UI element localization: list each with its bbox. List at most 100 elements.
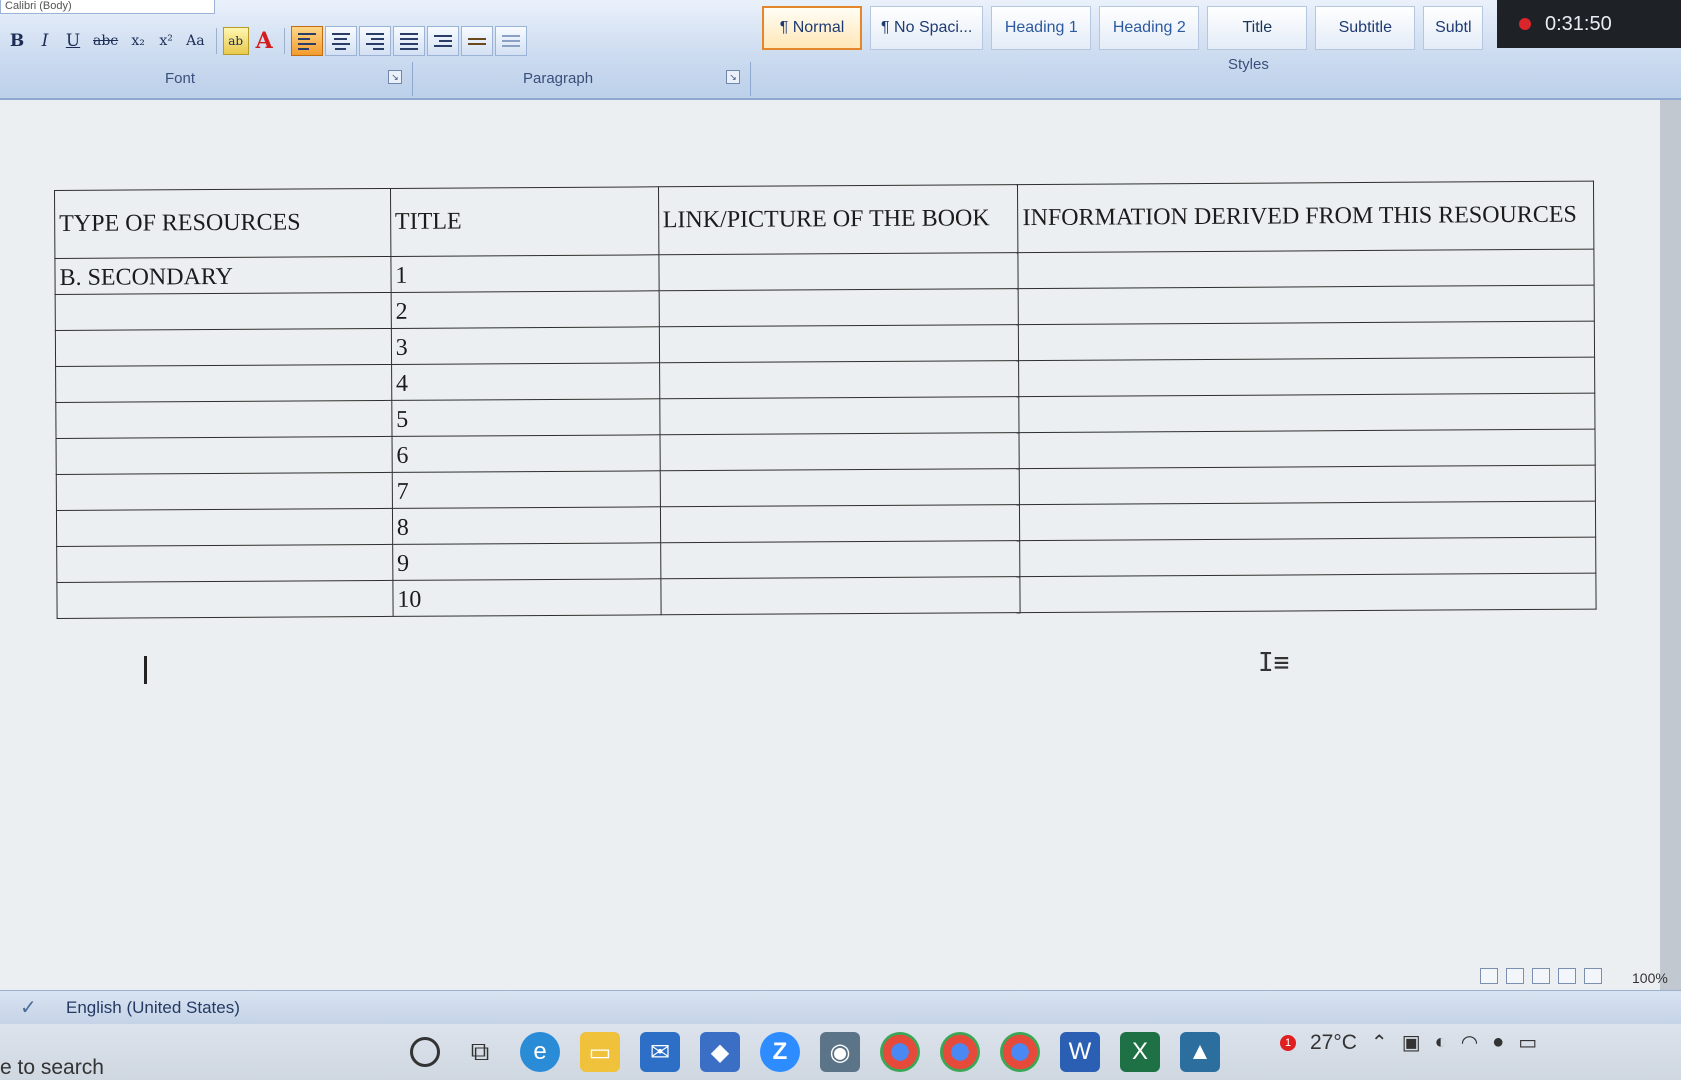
- cell-title[interactable]: 4: [391, 362, 660, 401]
- word-icon[interactable]: W: [1060, 1032, 1100, 1072]
- cell-type[interactable]: B. SECONDARY: [54, 256, 391, 295]
- header-information-derived[interactable]: INFORMATION DERIVED FROM THIS RESOURCES: [1017, 181, 1594, 253]
- language-indicator[interactable]: English (United States): [66, 998, 240, 1018]
- header-type-of-resources[interactable]: TYPE OF RESOURCES: [54, 188, 391, 259]
- cell-title[interactable]: 10: [392, 578, 661, 617]
- document-page[interactable]: TYPE OF RESOURCES TITLE LINK/PICTURE OF …: [0, 100, 1668, 990]
- header-link-picture[interactable]: LINK/PICTURE OF THE BOOK: [658, 184, 1019, 255]
- taskbar-search[interactable]: e to search: [0, 1056, 104, 1080]
- font-dialog-launcher-icon[interactable]: ↘: [388, 70, 402, 84]
- app-tray-icon[interactable]: ◐: [1435, 1031, 1447, 1054]
- cell-title[interactable]: 9: [392, 542, 661, 581]
- cell-info[interactable]: [1019, 393, 1595, 433]
- cell-type[interactable]: [55, 400, 392, 439]
- cell-title[interactable]: 6: [391, 434, 660, 473]
- cell-info[interactable]: [1019, 429, 1596, 469]
- wifi-icon[interactable]: ◠: [1461, 1030, 1478, 1055]
- cell-title[interactable]: 3: [391, 326, 660, 365]
- align-right-button[interactable]: [358, 26, 391, 56]
- shading-button[interactable]: [460, 26, 493, 56]
- cell-title[interactable]: 1: [390, 254, 659, 293]
- style-title[interactable]: Title: [1207, 6, 1308, 50]
- cell-title[interactable]: 5: [391, 398, 660, 437]
- cell-link[interactable]: [660, 504, 1021, 543]
- font-color-button[interactable]: A: [251, 27, 278, 55]
- cell-link[interactable]: [659, 432, 1020, 471]
- cell-link[interactable]: [660, 540, 1021, 579]
- cell-title[interactable]: 7: [392, 470, 661, 509]
- outline-view-icon[interactable]: [1558, 968, 1576, 984]
- device-icon[interactable]: ▣: [1402, 1030, 1421, 1055]
- bold-button[interactable]: B: [4, 27, 30, 55]
- change-case-button[interactable]: Aa: [181, 27, 209, 55]
- weather-temperature[interactable]: 27°C: [1310, 1031, 1357, 1055]
- style-heading-1[interactable]: Heading 1: [991, 6, 1092, 50]
- proofing-check-icon[interactable]: ✓: [20, 995, 37, 1020]
- screen-recorder[interactable]: 0:31:50: [1497, 0, 1681, 48]
- cell-link[interactable]: [658, 288, 1019, 327]
- edge-icon[interactable]: e: [520, 1032, 560, 1072]
- superscript-button[interactable]: x²: [153, 27, 179, 55]
- style-subtle-emphasis[interactable]: Subtl: [1423, 6, 1484, 50]
- cell-title[interactable]: 8: [392, 506, 661, 545]
- cell-info[interactable]: [1018, 321, 1595, 361]
- cell-type[interactable]: [56, 508, 393, 547]
- zoom-icon[interactable]: Z: [760, 1032, 800, 1072]
- full-screen-reading-icon[interactable]: [1506, 968, 1524, 984]
- cell-type[interactable]: [55, 292, 392, 331]
- paragraph-dialog-launcher-icon[interactable]: ↘: [726, 70, 740, 84]
- mail-icon[interactable]: ✉: [640, 1032, 680, 1072]
- excel-icon[interactable]: X: [1120, 1032, 1160, 1072]
- cell-info[interactable]: [1020, 573, 1597, 613]
- web-layout-icon[interactable]: [1532, 968, 1550, 984]
- italic-button[interactable]: I: [32, 27, 58, 55]
- record-icon[interactable]: [1519, 18, 1531, 30]
- photos-icon[interactable]: ▲: [1180, 1032, 1220, 1072]
- cell-info[interactable]: [1018, 285, 1595, 325]
- justify-button[interactable]: [392, 26, 425, 56]
- subscript-button[interactable]: x₂: [125, 27, 151, 55]
- cell-link[interactable]: [659, 468, 1020, 507]
- align-left-button[interactable]: [290, 26, 323, 56]
- cortana-icon[interactable]: [410, 1037, 440, 1067]
- chrome-icon[interactable]: [1000, 1032, 1040, 1072]
- cell-type[interactable]: [56, 472, 393, 511]
- microphone-icon[interactable]: ●: [1492, 1031, 1504, 1054]
- cell-title[interactable]: 2: [390, 290, 659, 329]
- battery-icon[interactable]: ▭: [1518, 1030, 1537, 1055]
- style-normal[interactable]: ¶ Normal: [762, 6, 862, 50]
- camera-icon[interactable]: ◉: [820, 1032, 860, 1072]
- cell-link[interactable]: [660, 576, 1021, 615]
- cell-link[interactable]: [658, 324, 1019, 363]
- style-heading-2[interactable]: Heading 2: [1099, 6, 1200, 50]
- strikethrough-button[interactable]: abc: [88, 27, 123, 55]
- font-name-box[interactable]: Calibri (Body): [0, 0, 215, 14]
- cell-info[interactable]: [1019, 501, 1596, 541]
- highlight-button[interactable]: ab: [222, 27, 249, 55]
- cell-link[interactable]: [659, 360, 1020, 399]
- file-explorer-icon[interactable]: ▭: [580, 1032, 620, 1072]
- cell-info[interactable]: [1020, 537, 1596, 577]
- store-icon[interactable]: ◆: [700, 1032, 740, 1072]
- draft-view-icon[interactable]: [1584, 968, 1602, 984]
- header-title[interactable]: TITLE: [390, 186, 659, 257]
- style-no-spacing[interactable]: ¶ No Spaci...: [870, 6, 984, 50]
- print-layout-icon[interactable]: [1480, 968, 1498, 984]
- cell-type[interactable]: [56, 544, 393, 583]
- chrome-icon[interactable]: [940, 1032, 980, 1072]
- cell-type[interactable]: [55, 364, 392, 403]
- chrome-icon[interactable]: [880, 1032, 920, 1072]
- cell-type[interactable]: [56, 580, 393, 619]
- chevron-up-icon[interactable]: ⌃: [1371, 1030, 1388, 1055]
- task-view-icon[interactable]: ⧉: [460, 1032, 500, 1072]
- zoom-level[interactable]: 100%: [1632, 970, 1668, 986]
- cell-info[interactable]: [1019, 465, 1596, 505]
- cell-link[interactable]: [659, 396, 1020, 435]
- cell-info[interactable]: [1018, 249, 1595, 289]
- line-spacing-button[interactable]: [426, 26, 459, 56]
- style-subtitle[interactable]: Subtitle: [1315, 6, 1416, 50]
- align-center-button[interactable]: [324, 26, 357, 56]
- cell-type[interactable]: [55, 328, 392, 367]
- cell-type[interactable]: [56, 436, 393, 475]
- borders-button[interactable]: [494, 26, 527, 56]
